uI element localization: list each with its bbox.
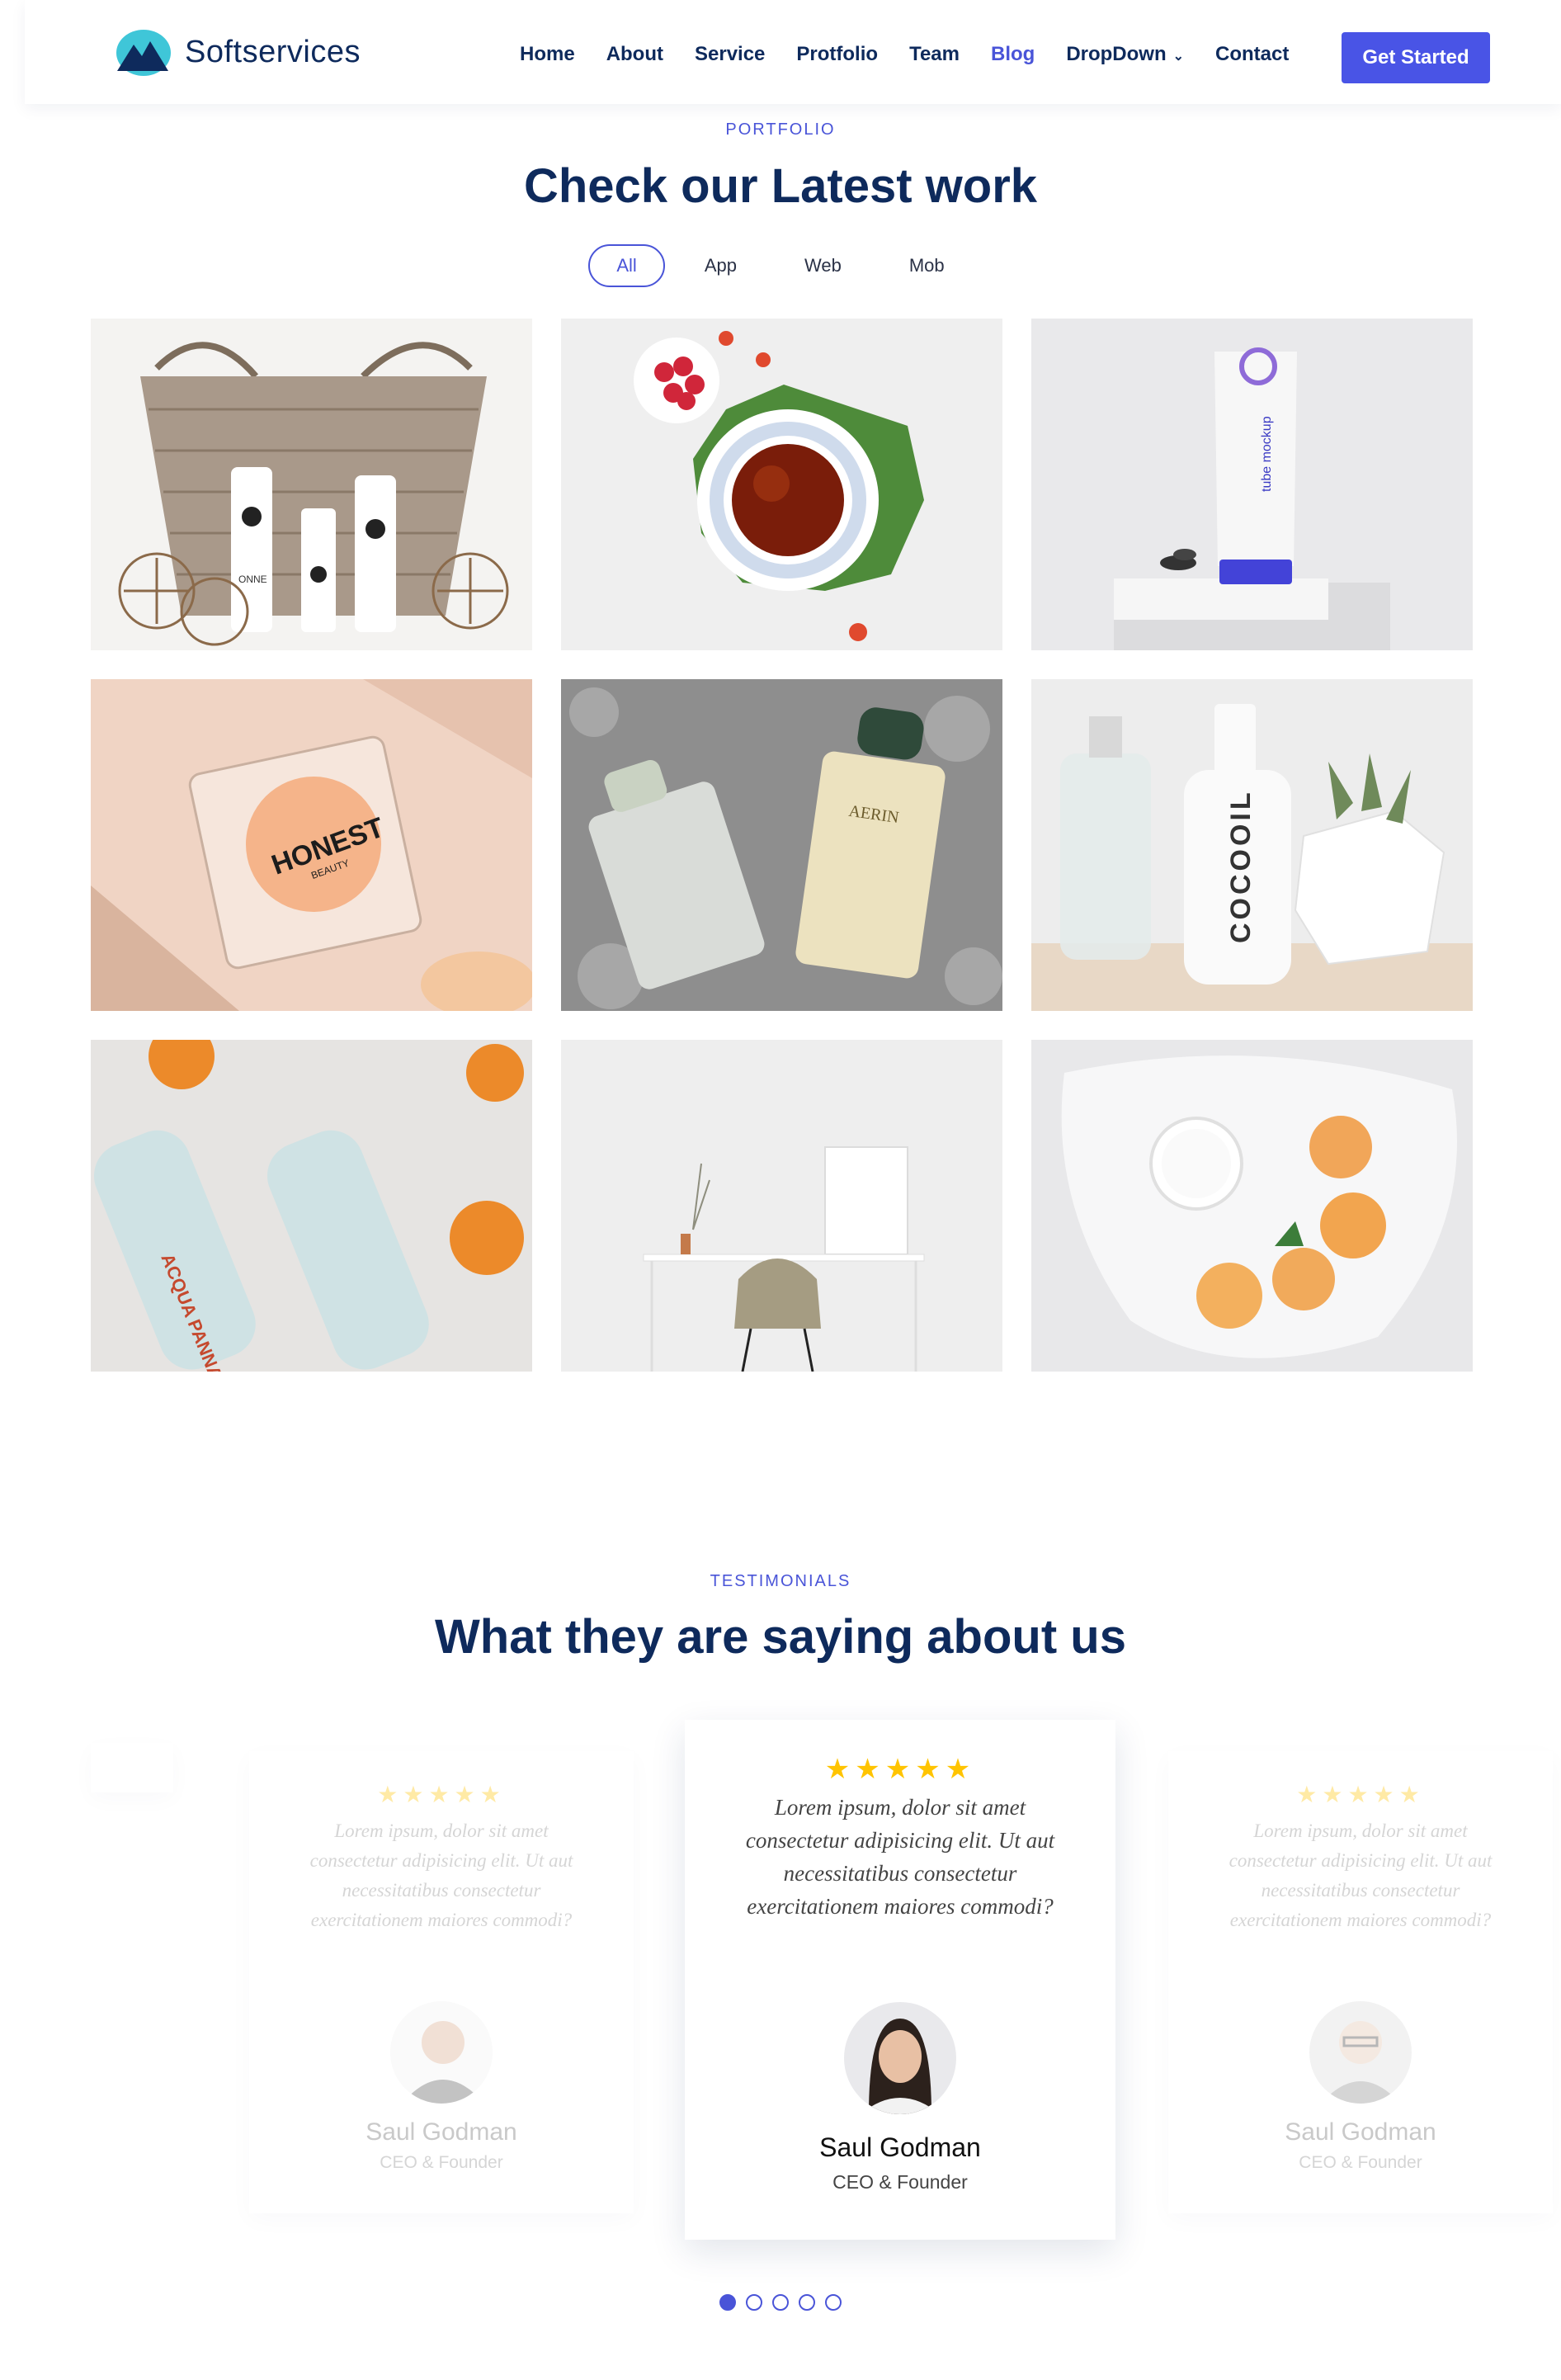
basket-bottles-image: ONNE bbox=[91, 319, 532, 650]
get-started-button[interactable]: Get Started bbox=[1342, 32, 1490, 83]
testimonial-card[interactable]: ★★★★★ Lorem ipsum, dolor sit amet consec… bbox=[1168, 1751, 1553, 2213]
avatar bbox=[390, 2001, 493, 2104]
avatar bbox=[1309, 2001, 1412, 2104]
aerin-perfume-image: AERIN bbox=[561, 679, 1002, 1011]
honest-compact-image: HONEST BEAUTY bbox=[91, 679, 532, 1011]
filter-mob[interactable]: Mob bbox=[881, 244, 973, 287]
nav-team[interactable]: Team bbox=[909, 43, 960, 66]
cocooil-image: COCOOIL bbox=[1031, 679, 1473, 1011]
person-role: CEO & Founder bbox=[832, 2171, 968, 2193]
portfolio-item-plate-pastries[interactable] bbox=[1031, 1040, 1473, 1372]
testimonial-card-active[interactable]: ★★★★★ Lorem ipsum, dolor sit amet consec… bbox=[685, 1720, 1115, 2240]
tube-mockup-image: tube mockup bbox=[1031, 319, 1473, 650]
testimonial-quote: Lorem ipsum, dolor sit amet consectetur … bbox=[309, 1820, 573, 1930]
pagination-dot-4[interactable] bbox=[799, 2294, 815, 2311]
desk-chair-image bbox=[561, 1040, 1002, 1372]
carousel-pagination bbox=[0, 2294, 1561, 2311]
pagination-dot-2[interactable] bbox=[746, 2294, 762, 2311]
portfolio-title: Check our Latest work bbox=[523, 159, 1038, 213]
brand-logo[interactable]: Softservices bbox=[114, 26, 361, 78]
acqua-panna-image: ACQUA PANNA bbox=[91, 1040, 532, 1372]
filter-web[interactable]: Web bbox=[776, 244, 870, 287]
tube-label: tube mockup bbox=[1260, 416, 1274, 492]
rating-stars: ★★★★★ bbox=[377, 1782, 506, 1807]
tea-cup-image bbox=[561, 319, 1002, 650]
brand-name: Softservices bbox=[185, 34, 361, 69]
filter-all[interactable]: All bbox=[588, 244, 665, 287]
rating-stars: ★★★★★ bbox=[1296, 1782, 1425, 1807]
testimonials-title: What they are saying about us bbox=[435, 1610, 1126, 1664]
avatar bbox=[844, 2002, 956, 2114]
pagination-dot-3[interactable] bbox=[772, 2294, 789, 2311]
portfolio-item-honest-compact[interactable]: HONEST BEAUTY bbox=[91, 679, 532, 1011]
nav-portfolio[interactable]: Protfolio bbox=[796, 43, 878, 66]
portfolio-item-tube-mockup[interactable]: tube mockup bbox=[1031, 319, 1473, 650]
nav-dropdown[interactable]: DropDown ⌄ bbox=[1066, 43, 1184, 66]
portfolio-item-acqua-panna[interactable]: ACQUA PANNA bbox=[91, 1040, 532, 1372]
testimonial-card[interactable]: ★★★★★ Lorem ipsum, dolor sit amet consec… bbox=[249, 1751, 634, 2213]
mountain-logo-icon bbox=[114, 26, 172, 78]
portfolio-item-basket-bottles[interactable]: ONNE bbox=[91, 319, 532, 650]
testimonials-carousel[interactable]: ★★★★★ Lorem ipsum, dolor sit amet consec… bbox=[0, 1708, 1561, 2286]
portfolio-filters: All App Web Mob bbox=[0, 244, 1561, 287]
portfolio-item-tea-cup[interactable] bbox=[561, 319, 1002, 650]
filter-app[interactable]: App bbox=[677, 244, 765, 287]
plate-pastries-image bbox=[1031, 1040, 1473, 1372]
testimonials-eyebrow: TESTIMONIALS bbox=[710, 1572, 851, 1590]
pagination-dot-5[interactable] bbox=[825, 2294, 842, 2311]
cocooil-label: COCOOIL bbox=[1225, 789, 1257, 943]
portfolio-item-desk-chair[interactable] bbox=[561, 1040, 1002, 1372]
person-role: CEO & Founder bbox=[1299, 2153, 1422, 2172]
nav-service[interactable]: Service bbox=[695, 43, 765, 66]
pagination-dot-1[interactable] bbox=[719, 2294, 736, 2311]
nav-home[interactable]: Home bbox=[520, 43, 575, 66]
onne-label: ONNE bbox=[238, 574, 267, 585]
nav-about[interactable]: About bbox=[606, 43, 663, 66]
nav-dropdown-label: DropDown bbox=[1066, 43, 1167, 65]
person-name: Saul Godman bbox=[819, 2132, 981, 2162]
rating-stars: ★★★★★ bbox=[824, 1754, 976, 1785]
nav-contact[interactable]: Contact bbox=[1215, 43, 1289, 66]
portfolio-item-aerin-perfume[interactable]: AERIN bbox=[561, 679, 1002, 1011]
person-name: Saul Godman bbox=[1285, 2118, 1436, 2146]
testimonial-quote: Lorem ipsum, dolor sit amet consectetur … bbox=[1229, 1820, 1493, 1930]
portfolio-grid: ONNE tube mockup HONEST BEAUTY AERIN COC… bbox=[91, 319, 1473, 1372]
testimonial-quote: Lorem ipsum, dolor sit amet consectetur … bbox=[745, 1795, 1055, 1919]
main-nav: Home About Service Protfolio Team Blog D… bbox=[520, 43, 1320, 66]
portfolio-eyebrow: PORTFOLIO bbox=[725, 120, 836, 139]
person-name: Saul Godman bbox=[365, 2118, 517, 2146]
testimonial-card-peek bbox=[91, 1743, 173, 1792]
nav-blog[interactable]: Blog bbox=[991, 43, 1035, 66]
chevron-down-icon: ⌄ bbox=[1172, 50, 1185, 64]
site-header: Softservices Home About Service Protfoli… bbox=[25, 0, 1561, 104]
portfolio-item-cocooil[interactable]: COCOOIL bbox=[1031, 679, 1473, 1011]
person-role: CEO & Founder bbox=[380, 2153, 503, 2172]
